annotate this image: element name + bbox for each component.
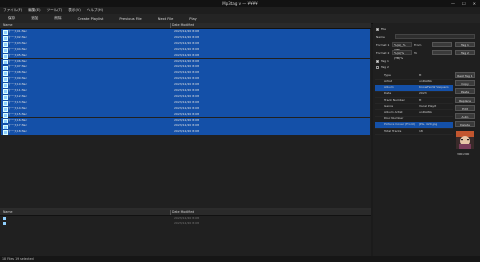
menu-view[interactable]: 表示(V) <box>65 7 83 14</box>
name-label: Name <box>376 35 385 39</box>
tag-row[interactable]: Total Tracks 18 <box>375 129 453 136</box>
lower-list-panel: Name Date Modified 2023/12/20 8:08 2023/1… <box>0 210 371 256</box>
tag2-button[interactable]: Tag 2 <box>455 50 475 55</box>
format2-field[interactable]: %(A)%(TB)% <box>392 50 412 60</box>
tag-value: unDAWA <box>419 79 432 83</box>
tag1-section-check[interactable] <box>376 60 379 63</box>
tag-value: Vocal Playlt <box>419 103 437 108</box>
delete-button[interactable]: 削除 <box>54 16 61 21</box>
format2-label: Format 2 <box>376 51 390 55</box>
tag-action-button[interactable]: Copy <box>455 80 475 87</box>
column-name[interactable]: Name <box>3 210 12 215</box>
from-tag-button[interactable] <box>432 42 452 47</box>
window-controls: — ☐ ✕ <box>451 0 476 7</box>
to-label: To <box>414 51 418 55</box>
tag-key: Artist <box>384 79 393 83</box>
tag-action-button[interactable]: Delete <box>455 121 475 128</box>
menu-bar: ファイル(F) 編集(E) ツール(T) 表示(V) ヘルプ(H) <box>0 7 480 14</box>
column-separator[interactable] <box>170 210 171 215</box>
tag-key: Disc Number <box>384 116 404 121</box>
folder-icon <box>3 222 6 225</box>
column-date[interactable]: Date Modified <box>172 23 194 28</box>
tag-value: tt <box>419 97 422 102</box>
next-file-button[interactable]: Next File <box>158 17 174 21</box>
tag-key: Picture Cover (Front) <box>384 122 415 127</box>
format1-field[interactable]: %(A)_%(TB) <box>392 42 412 52</box>
close-icon[interactable]: ✕ <box>473 0 476 7</box>
to-tag-button[interactable] <box>432 50 452 55</box>
tag2-section-check[interactable] <box>376 66 379 69</box>
tag1-section-label: Tag 1 <box>381 59 389 63</box>
tag-value: 2023 <box>419 91 427 96</box>
name-field[interactable] <box>395 34 475 39</box>
menu-help[interactable]: ヘルプ(H) <box>84 7 106 14</box>
save-button[interactable]: 保存 <box>8 16 15 21</box>
maximize-icon[interactable]: ☐ <box>462 0 466 7</box>
status-text: 18 Files 19 selected <box>2 257 34 261</box>
status-bar: 18 Files 19 selected <box>0 256 480 262</box>
tag-action-button[interactable]: Replace <box>455 96 475 103</box>
cover-art-graphic <box>456 131 474 149</box>
file-section-label: File <box>381 27 387 31</box>
file-name: ケース18.flac <box>8 129 27 134</box>
minimize-icon[interactable]: — <box>451 0 455 7</box>
date-modified: 2023/12/20 8:08 <box>174 221 199 225</box>
tag-action-button[interactable]: Edit <box>455 104 475 111</box>
tag-value: KnowFel-W Vaquero <box>419 85 449 90</box>
cover-art-size: 300x300 <box>457 152 470 156</box>
list-item[interactable]: 2023/12/20 8:08 <box>1 221 370 226</box>
tag-action-button[interactable]: Paste <box>455 88 475 95</box>
title-bar: Mp3tag v — ¥¥¥¥ — ☐ ✕ <box>0 0 480 7</box>
tag-value: unDAWA <box>419 110 432 114</box>
cover-art-image[interactable] <box>456 131 474 149</box>
add-button[interactable]: 追加 <box>31 16 38 21</box>
file-list-panel: Name Date Modified ケース01.flac 2023/12/20 … <box>0 23 371 208</box>
window-title: Mp3tag v — ¥¥¥¥ <box>222 1 258 6</box>
tag-key: Type <box>384 73 391 77</box>
play-button[interactable]: Play <box>189 17 197 21</box>
tag-value: 18 <box>419 128 423 133</box>
folder-icon <box>3 217 6 220</box>
tag-key: Genre <box>384 103 394 108</box>
format1-label: Format 1 <box>376 43 390 47</box>
tag-action-button[interactable]: Rest Tag 1 <box>455 72 475 78</box>
tag-key: Total Tracks <box>384 128 402 133</box>
tag-value: tt <box>419 73 422 77</box>
column-date[interactable]: Date Modified <box>172 210 194 215</box>
column-separator[interactable] <box>170 23 171 28</box>
table-row[interactable]: ケース18.flac 2023/12/20 8:08 <box>1 129 370 136</box>
tag2-section-label: Tag 2 <box>381 65 389 69</box>
from-label: From <box>414 43 422 47</box>
tag-value: JPG, 420.jpg <box>419 122 438 127</box>
column-name[interactable]: Name <box>3 23 12 28</box>
tag-action-button[interactable]: Auto <box>455 113 475 119</box>
file-section-check[interactable] <box>376 28 379 31</box>
date-modified: 2023/12/20 8:08 <box>174 129 199 134</box>
menu-edit[interactable]: 編集(E) <box>25 7 43 14</box>
menu-file[interactable]: ファイル(F) <box>0 7 25 14</box>
menu-tools[interactable]: ツール(T) <box>44 7 66 14</box>
tag-key: Track Number <box>384 97 405 102</box>
tag-key: Album <box>384 85 394 90</box>
tag1-button[interactable]: Tag 1 <box>455 42 475 47</box>
create-playlist-button[interactable]: Create Playlist <box>78 17 104 21</box>
tag-key: Album Artist <box>384 110 403 114</box>
previous-file-button[interactable]: Previous File <box>119 17 141 21</box>
tag-key: Date <box>384 91 392 96</box>
